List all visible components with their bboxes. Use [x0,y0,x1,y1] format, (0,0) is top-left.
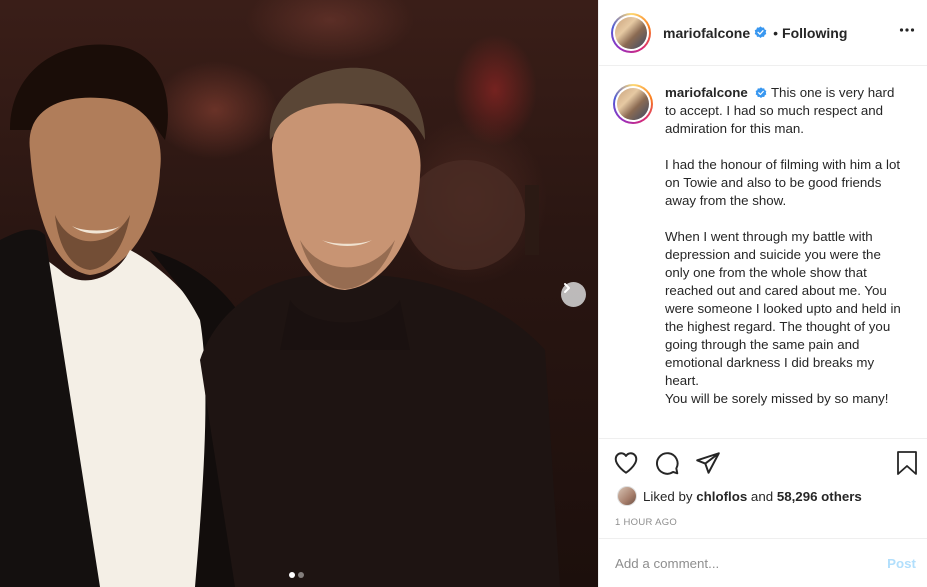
caption-avatar[interactable] [613,84,653,124]
paper-plane-icon[interactable] [695,450,721,476]
post-timestamp[interactable]: 1 hour ago [615,517,677,528]
liker-username[interactable]: chloflos [696,489,747,504]
verified-badge-icon [756,87,767,99]
chevron-right-icon [564,283,570,293]
likes-prefix: Liked by [643,488,693,504]
action-bar: Liked by chloflos and 58,296 others 1 ho… [599,438,927,538]
header-separator: • [773,24,779,41]
verified-badge-icon [754,26,767,38]
post-header: mariofalcone • Following [599,0,927,66]
carousel-dot [298,572,304,578]
likes-count[interactable]: 58,296 others [777,489,862,504]
comment-form: Post [599,538,927,587]
liker-avatar[interactable] [617,486,637,506]
comment-input[interactable] [615,555,888,571]
post-photo[interactable] [0,0,598,587]
likes-and: and [750,488,774,504]
post-comment-button[interactable]: Post [887,556,916,571]
caption-section: mariofalcone This one is very hard to ac… [599,66,927,438]
carousel-next-button[interactable] [561,282,586,307]
likes-summary: Liked by chloflos and 58,296 others [617,486,862,506]
bookmark-icon[interactable] [895,450,919,476]
avatar-image [617,88,649,120]
caption-paragraph-4: You will be sorely missed by so many! [665,391,889,406]
avatar[interactable] [611,12,651,53]
caption-username[interactable]: mariofalcone [665,85,748,100]
comment-bubble-icon[interactable] [654,450,680,476]
caption-paragraph: mariofalcone This one is very hard to ac… [665,84,905,138]
carousel-indicator [289,572,304,578]
photo-scene [0,44,560,587]
avatar-image [615,16,647,49]
following-button[interactable]: Following [782,25,847,41]
more-options-icon[interactable] [899,22,915,38]
caption-text: mariofalcone This one is very hard to ac… [665,84,905,438]
action-icons [613,450,721,476]
header-username[interactable]: mariofalcone [663,25,750,41]
post-sidebar: mariofalcone • Following mariofalcone Th… [598,0,927,587]
caption-paragraph-3: When I went through my battle with depre… [665,229,901,388]
caption-paragraph-2: I had the honour of filming with him a l… [665,157,901,208]
carousel-dot-active [289,572,295,578]
heart-icon[interactable] [613,450,639,476]
